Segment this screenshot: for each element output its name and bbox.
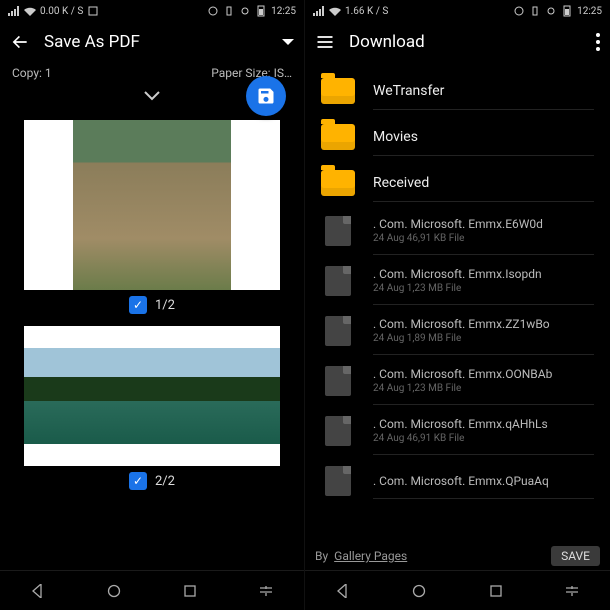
file-list: WeTransfer Movies Received . Com. Micros… bbox=[305, 62, 610, 542]
file-name-label: . Com. Microsoft. Emmx.E6W0d bbox=[373, 217, 594, 231]
clock: 12:25 bbox=[577, 6, 602, 17]
pages-list: ✓ 1/2 ✓ 2/2 bbox=[0, 110, 304, 570]
folder-name-label: Received bbox=[373, 175, 594, 191]
nav-panel-icon[interactable] bbox=[562, 581, 582, 601]
file-name-label: . Com. Microsoft. Emmx.Isopdn bbox=[373, 267, 594, 281]
file-row[interactable]: . Com. Microsoft. Emmx.qAHhLs 24 Aug 46,… bbox=[305, 406, 610, 456]
file-name-label: . Com. Microsoft. Emmx.QPuaAq bbox=[373, 474, 594, 488]
alarm-icon bbox=[207, 5, 219, 17]
app-bar: Save As PDF bbox=[0, 22, 304, 62]
chevron-down-icon[interactable] bbox=[143, 90, 161, 102]
menu-icon[interactable] bbox=[315, 32, 335, 52]
nav-home-icon[interactable] bbox=[409, 581, 429, 601]
right-phone: 1.66 K / S 12:25 Download WeTransfer bbox=[305, 0, 610, 610]
nav-bar bbox=[0, 570, 304, 610]
folder-row[interactable]: WeTransfer bbox=[305, 68, 610, 114]
bottom-bar: By Gallery Pages SAVE bbox=[305, 542, 610, 570]
nav-panel-icon[interactable] bbox=[256, 581, 276, 601]
copy-label: Copy: 1 bbox=[12, 66, 52, 80]
file-name-label: . Com. Microsoft. Emmx.ZZ1wBo bbox=[373, 317, 594, 331]
file-row[interactable]: . Com. Microsoft. Emmx.QPuaAq bbox=[305, 456, 610, 506]
app-bar: Download bbox=[305, 22, 610, 62]
file-meta-label: 24 Aug 1,23 MB File bbox=[373, 283, 594, 294]
battery-icon bbox=[561, 5, 573, 17]
page-thumbnail bbox=[24, 326, 280, 466]
network-speed: 0.00 K / S bbox=[40, 6, 83, 17]
file-icon bbox=[325, 366, 351, 396]
clock: 12:25 bbox=[271, 6, 296, 17]
folder-row[interactable]: Movies bbox=[305, 114, 610, 160]
signal-icon bbox=[8, 5, 20, 17]
save-button[interactable]: SAVE bbox=[551, 546, 600, 566]
path-prefix: By bbox=[315, 549, 328, 563]
page-thumbnail bbox=[24, 120, 280, 290]
wifi-icon bbox=[24, 5, 36, 17]
vibrate-icon bbox=[529, 5, 541, 17]
page-checkbox[interactable]: ✓ bbox=[129, 472, 147, 490]
wifi-icon bbox=[329, 5, 341, 17]
file-meta-label: 24 Aug 1,23 MB File bbox=[373, 383, 594, 394]
page-counter: 1/2 bbox=[155, 298, 175, 313]
folder-icon bbox=[321, 78, 355, 104]
screenshot-icon bbox=[87, 5, 99, 17]
file-icon bbox=[325, 316, 351, 346]
save-icon bbox=[256, 86, 276, 106]
sync-icon bbox=[545, 5, 557, 17]
folder-icon bbox=[321, 124, 355, 150]
folder-name-label: WeTransfer bbox=[373, 83, 594, 99]
left-phone: 0.00 K / S 12:25 Save As PDF Copy: 1 Pap… bbox=[0, 0, 305, 610]
status-bar: 0.00 K / S 12:25 bbox=[0, 0, 304, 22]
save-fab[interactable] bbox=[246, 76, 286, 116]
sync-icon bbox=[239, 5, 251, 17]
collapse-row bbox=[0, 82, 304, 110]
file-name-label: . Com. Microsoft. Emmx.qAHhLs bbox=[373, 417, 594, 431]
page-preview[interactable]: ✓ 1/2 bbox=[24, 120, 280, 320]
page-checkbox[interactable]: ✓ bbox=[129, 296, 147, 314]
status-bar: 1.66 K / S 12:25 bbox=[305, 0, 610, 22]
file-meta-label: 24 Aug 46,91 KB File bbox=[373, 233, 594, 244]
page-title: Save As PDF bbox=[44, 32, 140, 52]
alarm-icon bbox=[513, 5, 525, 17]
path-value[interactable]: Gallery Pages bbox=[334, 549, 407, 563]
dropdown-icon[interactable] bbox=[282, 36, 294, 48]
page-preview[interactable]: ✓ 2/2 bbox=[24, 326, 280, 496]
file-icon bbox=[325, 266, 351, 296]
nav-recent-icon[interactable] bbox=[486, 581, 506, 601]
file-icon bbox=[325, 216, 351, 246]
signal-icon bbox=[313, 5, 325, 17]
nav-back-icon[interactable] bbox=[333, 581, 353, 601]
page-counter: 2/2 bbox=[155, 474, 175, 489]
folder-icon bbox=[321, 170, 355, 196]
file-row[interactable]: . Com. Microsoft. Emmx.E6W0d 24 Aug 46,9… bbox=[305, 206, 610, 256]
paper-label: Paper Size: IS… bbox=[211, 66, 292, 80]
file-meta-label: 24 Aug 1,89 MB File bbox=[373, 333, 594, 344]
file-meta-label: 24 Aug 46,91 KB File bbox=[373, 433, 594, 444]
folder-row[interactable]: Received bbox=[305, 160, 610, 206]
page-title: Download bbox=[349, 32, 425, 52]
file-row[interactable]: . Com. Microsoft. Emmx.Isopdn 24 Aug 1,2… bbox=[305, 256, 610, 306]
battery-icon bbox=[255, 5, 267, 17]
folder-name-label: Movies bbox=[373, 129, 594, 145]
vibrate-icon bbox=[223, 5, 235, 17]
file-row[interactable]: . Com. Microsoft. Emmx.OONBAb 24 Aug 1,2… bbox=[305, 356, 610, 406]
file-row[interactable]: . Com. Microsoft. Emmx.ZZ1wBo 24 Aug 1,8… bbox=[305, 306, 610, 356]
nav-home-icon[interactable] bbox=[104, 581, 124, 601]
back-icon[interactable] bbox=[10, 32, 30, 52]
nav-back-icon[interactable] bbox=[28, 581, 48, 601]
file-name-label: . Com. Microsoft. Emmx.OONBAb bbox=[373, 367, 594, 381]
nav-recent-icon[interactable] bbox=[180, 581, 200, 601]
network-speed: 1.66 K / S bbox=[345, 6, 388, 17]
overflow-icon[interactable] bbox=[596, 33, 600, 51]
file-icon bbox=[325, 416, 351, 446]
nav-bar bbox=[305, 570, 610, 610]
file-icon bbox=[325, 466, 351, 496]
